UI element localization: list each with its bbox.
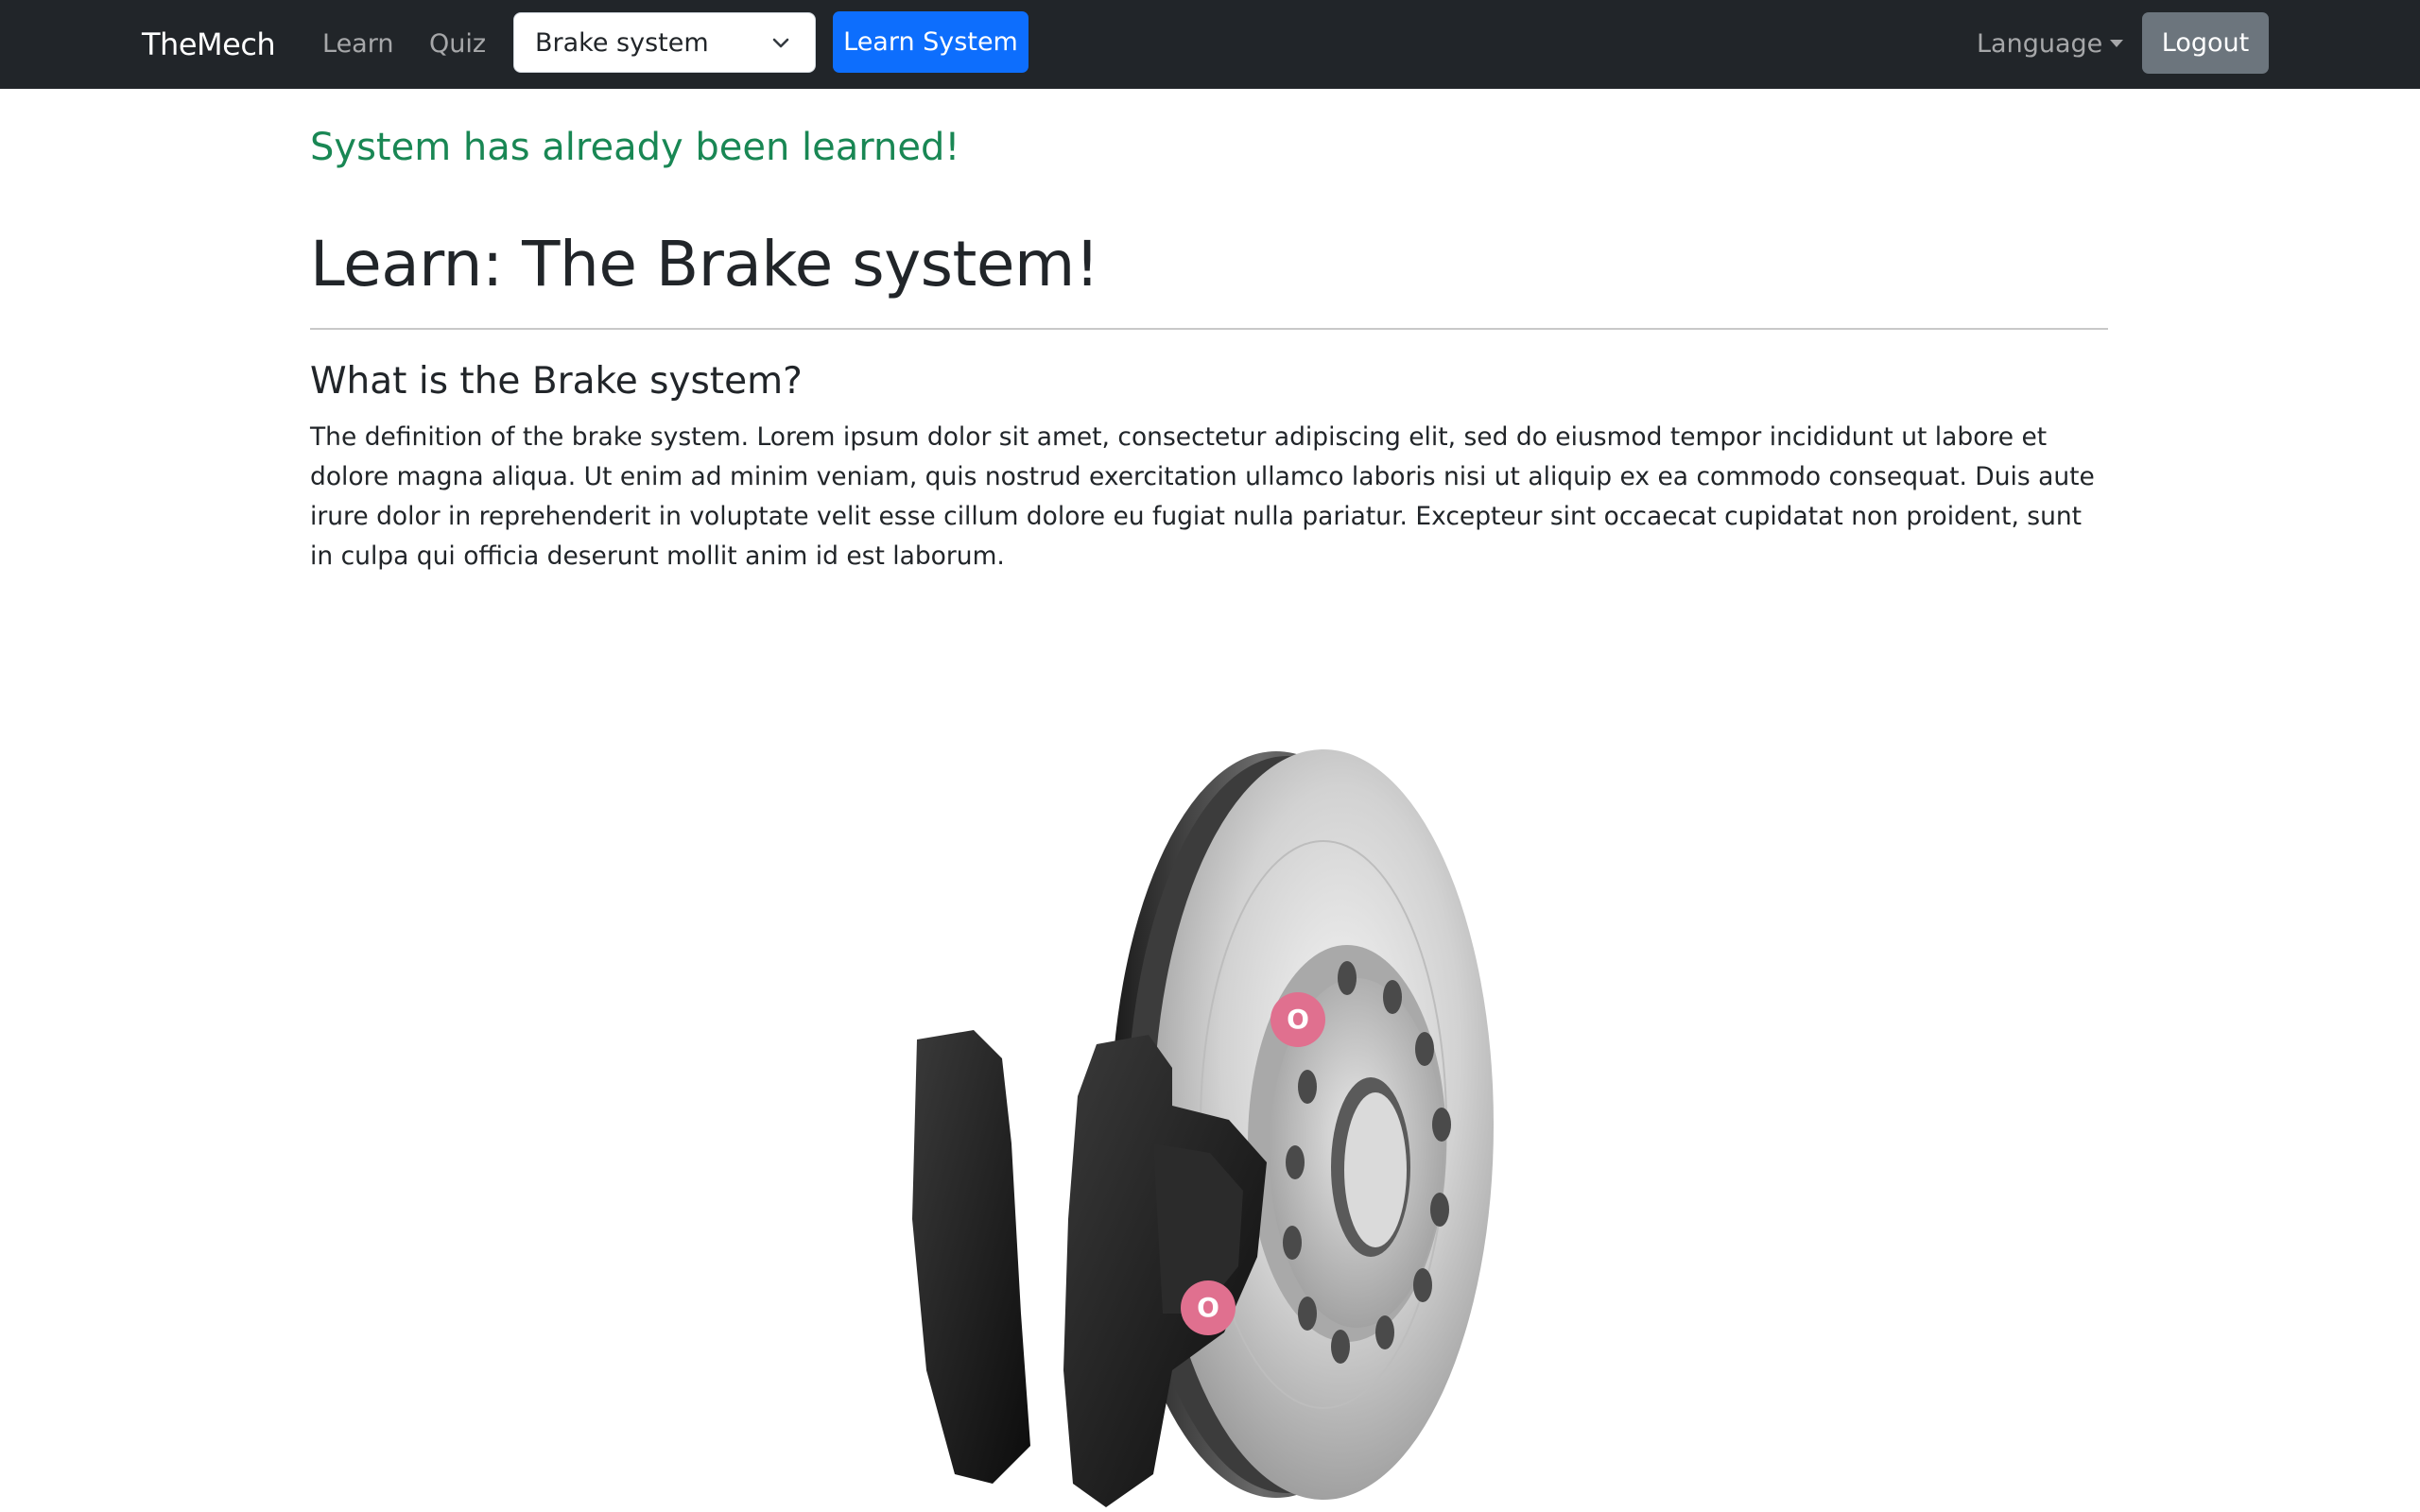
nav-link-quiz[interactable]: Quiz: [429, 28, 486, 60]
top-navbar: TheMech Learn Quiz Brake system Learn Sy…: [0, 0, 2420, 89]
system-select-value: Brake system: [535, 28, 709, 58]
caret-down-icon: [2110, 40, 2124, 47]
system-select[interactable]: Brake system: [513, 12, 816, 73]
language-label: Language: [1977, 29, 2103, 59]
title-divider: [310, 328, 2108, 330]
language-dropdown-toggle[interactable]: Language: [1977, 28, 2124, 60]
chevron-down-icon: [772, 38, 789, 48]
section-title: What is the Brake system?: [310, 360, 803, 403]
brake-rotor-image: [912, 749, 1494, 1507]
system-definition-text: The definition of the brake system. Lore…: [310, 422, 2095, 571]
learn-system-button[interactable]: Learn System: [833, 11, 1028, 73]
brand-logo[interactable]: TheMech: [142, 26, 276, 62]
nav-link-learn[interactable]: Learn: [322, 28, 393, 60]
hotspot-marker[interactable]: O: [1181, 1280, 1236, 1335]
learned-status-message: System has already been learned!: [310, 126, 960, 169]
page-title: Learn: The Brake system!: [310, 228, 1099, 301]
logout-button[interactable]: Logout: [2142, 12, 2269, 74]
hotspot-marker[interactable]: O: [1270, 992, 1325, 1047]
